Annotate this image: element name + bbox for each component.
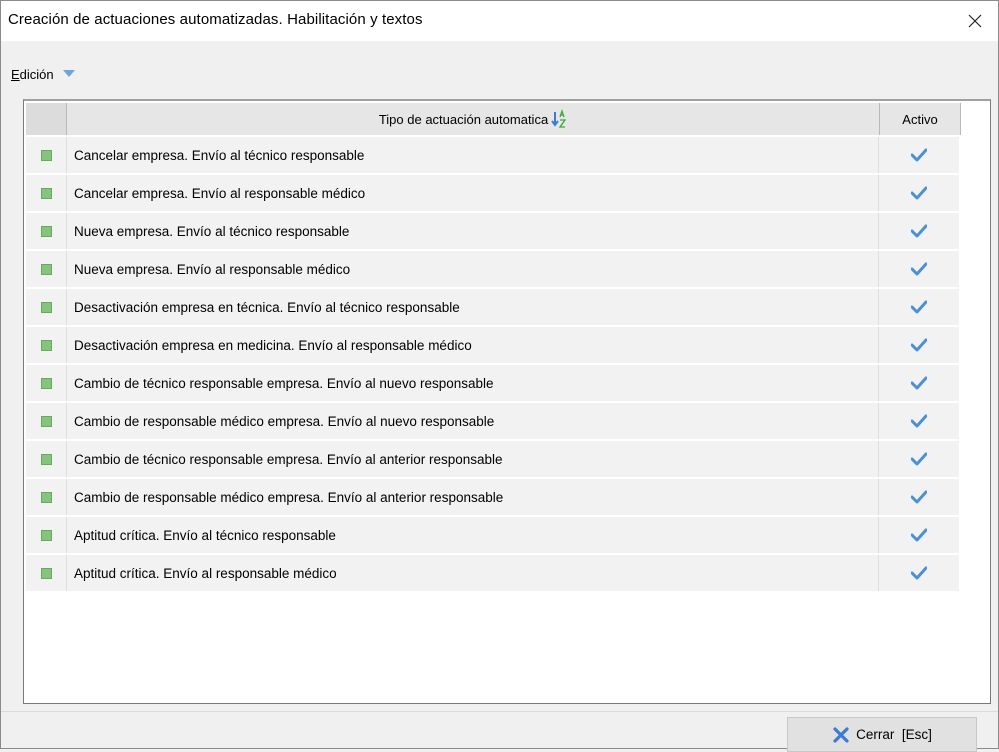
table-row[interactable]: Aptitud crítica. Envío al responsable mé…: [26, 555, 966, 591]
row-status-square: [40, 225, 52, 237]
row-indicator[interactable]: [26, 251, 67, 287]
row-indicator[interactable]: [26, 365, 67, 401]
row-status-square: [40, 149, 52, 161]
table-row[interactable]: Aptitud crítica. Envío al técnico respon…: [26, 517, 966, 553]
table-row[interactable]: Cambio de responsable médico empresa. En…: [26, 403, 966, 439]
cell-activo[interactable]: [879, 403, 959, 439]
window-title: Creación de actuaciones automatizadas. H…: [8, 11, 423, 28]
checkmark-icon: [911, 452, 927, 466]
cell-activo[interactable]: [879, 517, 959, 553]
cell-tipo[interactable]: Cancelar empresa. Envío al técnico respo…: [67, 137, 879, 173]
footer-divider: [1, 711, 998, 712]
column-header-tipo[interactable]: Tipo de actuación automatica: [67, 103, 880, 135]
row-status-square: [40, 187, 52, 199]
column-header-tipo-label: Tipo de actuación automatica: [378, 111, 549, 127]
checkmark-icon: [911, 566, 927, 580]
checkmark-icon: [911, 148, 927, 162]
cell-tipo[interactable]: Nueva empresa. Envío al técnico responsa…: [67, 213, 879, 249]
row-indicator[interactable]: [26, 441, 67, 477]
column-header-activo-label: Activo: [902, 111, 938, 127]
cell-activo[interactable]: [879, 251, 959, 287]
checkmark-icon: [911, 528, 927, 542]
row-status-square: [40, 339, 52, 351]
row-indicator[interactable]: [26, 213, 67, 249]
row-status-square: [40, 263, 52, 275]
cell-tipo[interactable]: Nueva empresa. Envío al responsable médi…: [67, 251, 879, 287]
cell-tipo[interactable]: Cambio de técnico responsable empresa. E…: [67, 365, 879, 401]
row-status-square: [40, 491, 52, 503]
table-row[interactable]: Cambio de responsable médico empresa. En…: [26, 479, 966, 515]
cell-tipo[interactable]: Desactivación empresa en medicina. Envío…: [67, 327, 879, 363]
grid-rows: Cancelar empresa. Envío al técnico respo…: [26, 137, 966, 593]
cell-tipo[interactable]: Aptitud crítica. Envío al técnico respon…: [67, 517, 879, 553]
table-row[interactable]: Nueva empresa. Envío al responsable médi…: [26, 251, 966, 287]
row-indicator[interactable]: [26, 479, 67, 515]
row-status-square: [40, 377, 52, 389]
checkmark-icon: [911, 414, 927, 428]
checkmark-icon: [911, 300, 927, 314]
cell-activo[interactable]: [879, 555, 959, 591]
cell-activo[interactable]: [879, 213, 959, 249]
row-status-square: [40, 567, 52, 579]
menu-bar: Edición: [11, 61, 76, 87]
cell-activo[interactable]: [879, 137, 959, 173]
cell-activo[interactable]: [879, 479, 959, 515]
sort-az-icon: [551, 109, 567, 128]
cell-activo[interactable]: [879, 365, 959, 401]
row-status-square: [40, 301, 52, 313]
cerrar-button[interactable]: Cerrar [Esc]: [787, 717, 977, 752]
close-window-button[interactable]: [952, 1, 998, 41]
table-row[interactable]: Desactivación empresa en técnica. Envío …: [26, 289, 966, 325]
menu-edicion-label: dición: [19, 66, 54, 82]
checkmark-icon: [911, 224, 927, 238]
x-icon: [833, 726, 849, 743]
row-indicator[interactable]: [26, 175, 67, 211]
cell-activo[interactable]: [879, 441, 959, 477]
cell-activo[interactable]: [879, 327, 959, 363]
table-row[interactable]: Cambio de técnico responsable empresa. E…: [26, 441, 966, 477]
chevron-down-icon[interactable]: [62, 69, 76, 79]
cell-tipo[interactable]: Cambio de responsable médico empresa. En…: [67, 403, 879, 439]
row-status-square: [40, 529, 52, 541]
table-row[interactable]: Cancelar empresa. Envío al responsable m…: [26, 175, 966, 211]
menu-edicion-accel: E: [11, 66, 20, 82]
cell-activo[interactable]: [879, 289, 959, 325]
row-indicator[interactable]: [26, 555, 67, 591]
column-header-activo[interactable]: Activo: [880, 103, 961, 135]
checkmark-icon: [911, 490, 927, 504]
menu-edicion[interactable]: Edición: [11, 67, 54, 82]
row-indicator[interactable]: [26, 517, 67, 553]
checkmark-icon: [911, 376, 927, 390]
table-row[interactable]: Nueva empresa. Envío al técnico responsa…: [26, 213, 966, 249]
cell-tipo[interactable]: Cambio de responsable médico empresa. En…: [67, 479, 879, 515]
cerrar-button-label: Cerrar [Esc]: [856, 727, 932, 742]
table-row[interactable]: Desactivación empresa en medicina. Envío…: [26, 327, 966, 363]
table-row[interactable]: Cancelar empresa. Envío al técnico respo…: [26, 137, 966, 173]
row-status-square: [40, 415, 52, 427]
cell-tipo[interactable]: Cambio de técnico responsable empresa. E…: [67, 441, 879, 477]
cell-activo[interactable]: [879, 175, 959, 211]
table-row[interactable]: Cambio de técnico responsable empresa. E…: [26, 365, 966, 401]
grid-header-corner: [26, 103, 67, 135]
row-status-square: [40, 453, 52, 465]
close-icon: [968, 14, 982, 28]
row-indicator[interactable]: [26, 137, 67, 173]
dialog-window: Creación de actuaciones automatizadas. H…: [0, 0, 999, 752]
row-indicator[interactable]: [26, 327, 67, 363]
checkmark-icon: [911, 338, 927, 352]
row-indicator[interactable]: [26, 289, 67, 325]
title-bar: Creación de actuaciones automatizadas. H…: [1, 1, 998, 41]
cell-tipo[interactable]: Aptitud crítica. Envío al responsable mé…: [67, 555, 879, 591]
cell-tipo[interactable]: Desactivación empresa en técnica. Envío …: [67, 289, 879, 325]
actuaciones-grid: Tipo de actuación automatica Activo Canc…: [23, 99, 991, 704]
checkmark-icon: [911, 262, 927, 276]
checkmark-icon: [911, 186, 927, 200]
row-indicator[interactable]: [26, 403, 67, 439]
grid-header: Tipo de actuación automatica Activo: [26, 103, 964, 135]
cell-tipo[interactable]: Cancelar empresa. Envío al responsable m…: [67, 175, 879, 211]
